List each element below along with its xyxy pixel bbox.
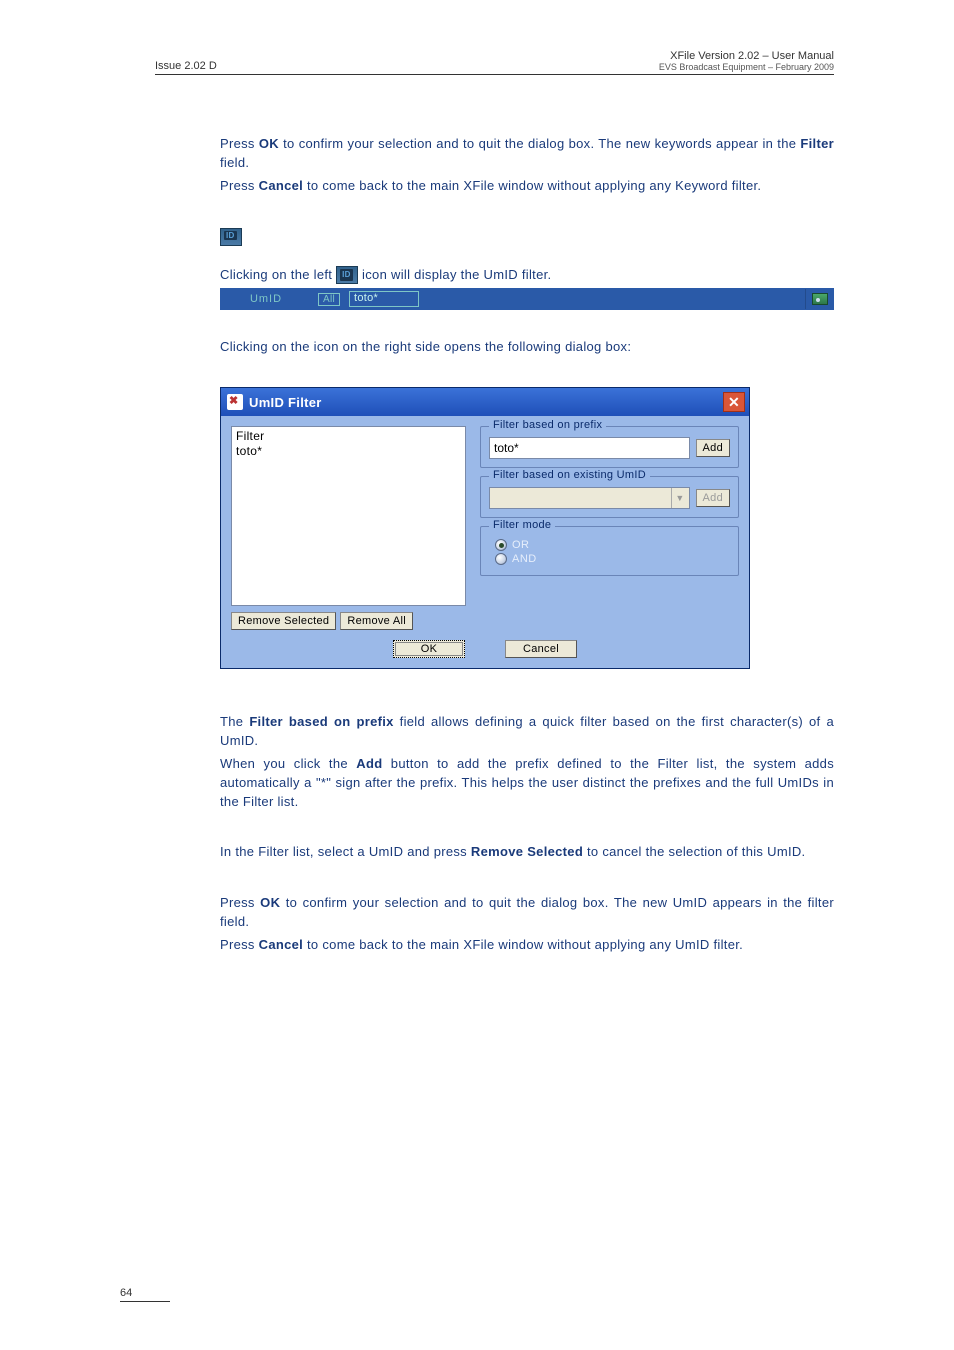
group-existing-umid: Filter based on existing UmID ▼ Add xyxy=(480,476,739,518)
list-header: Filter xyxy=(236,429,461,444)
header-right-sub: EVS Broadcast Equipment – February 2009 xyxy=(659,62,834,72)
page-header: Issue 2.02 D XFile Version 2.02 – User M… xyxy=(155,50,834,75)
text: field. xyxy=(220,155,249,170)
umid-line2: Clicking on the icon on the right side o… xyxy=(220,338,834,357)
remove-selected-label: Remove Selected xyxy=(471,844,583,859)
filter-listbox[interactable]: Filter toto* xyxy=(231,426,466,606)
text: Press xyxy=(220,895,260,910)
umid-filter-dialog: UmID Filter ✕ Filter toto* Remove Select… xyxy=(220,387,750,669)
text: to confirm your selection and to quit th… xyxy=(279,136,800,151)
app-icon xyxy=(227,394,243,410)
cancel-label: Cancel xyxy=(259,937,303,952)
ok-label: OK xyxy=(260,895,280,910)
bold-label: Filter based on prefix xyxy=(249,714,393,729)
ok-label: OK xyxy=(259,136,279,151)
group-legend: Filter mode xyxy=(489,519,555,531)
text: Press xyxy=(220,136,259,151)
remove-selected-button[interactable]: Remove Selected xyxy=(231,612,336,630)
prefix-input[interactable] xyxy=(489,437,690,459)
cancel-label: Cancel xyxy=(259,178,303,193)
text: In the Filter list, select a UmID and pr… xyxy=(220,844,471,859)
group-legend: Filter based on existing UmID xyxy=(489,469,650,481)
cancel-button[interactable]: Cancel xyxy=(505,640,577,658)
header-left: Issue 2.02 D xyxy=(155,60,217,72)
radio-icon xyxy=(495,553,507,565)
radio-label: AND xyxy=(512,553,537,565)
filter-label: Filter xyxy=(800,136,834,151)
text: to confirm your selection and to quit th… xyxy=(220,895,834,929)
open-icon xyxy=(812,293,828,305)
group-prefix: Filter based on prefix Add xyxy=(480,426,739,468)
after-p3: In the Filter list, select a UmID and pr… xyxy=(220,843,834,862)
chevron-down-icon: ▼ xyxy=(671,488,689,508)
radio-or[interactable]: OR xyxy=(495,539,730,551)
all-text: All xyxy=(318,293,340,306)
text: to cancel the selection of this UmID. xyxy=(583,844,805,859)
text: Press xyxy=(220,178,259,193)
filter-bar-value[interactable]: toto* xyxy=(349,291,419,307)
umid-line1: Clicking on the left icon will display t… xyxy=(220,266,834,285)
filter-bar-label: UmID xyxy=(221,289,311,309)
filter-bar-fill xyxy=(419,289,805,309)
page-number: 64 xyxy=(120,1287,132,1299)
add-prefix-button[interactable]: Add xyxy=(696,439,730,457)
text: Press xyxy=(220,937,259,952)
footer-rule xyxy=(120,1301,170,1302)
after-p4: Press OK to confirm your selection and t… xyxy=(220,894,834,932)
page-footer: 64 xyxy=(120,1287,170,1302)
header-right-title: XFile Version 2.02 – User Manual xyxy=(659,50,834,62)
add-umid-button: Add xyxy=(696,489,730,507)
group-filter-mode: Filter mode OR AND xyxy=(480,526,739,576)
id-icon xyxy=(336,266,358,284)
text: to come back to the main XFile window wi… xyxy=(303,178,761,193)
text: icon will display the UmID filter. xyxy=(358,267,551,282)
filter-bar-open-button[interactable] xyxy=(805,289,833,309)
after-p1: The Filter based on prefix field allows … xyxy=(220,713,834,751)
filter-bar-all[interactable]: All xyxy=(311,289,347,309)
intro-p1: Press OK to confirm your selection and t… xyxy=(220,135,834,173)
add-label: Add xyxy=(356,756,382,771)
ok-button[interactable]: OK xyxy=(393,640,465,658)
text: to come back to the main XFile window wi… xyxy=(303,937,743,952)
after-p2: When you click the Add button to add the… xyxy=(220,755,834,812)
radio-label: OR xyxy=(512,539,530,551)
after-p5: Press Cancel to come back to the main XF… xyxy=(220,936,834,955)
close-button[interactable]: ✕ xyxy=(723,392,745,412)
list-item[interactable]: toto* xyxy=(236,444,461,459)
remove-all-button[interactable]: Remove All xyxy=(340,612,413,630)
text: Clicking on the left xyxy=(220,267,336,282)
intro-p2: Press Cancel to come back to the main XF… xyxy=(220,177,834,196)
umid-combo[interactable]: ▼ xyxy=(489,487,690,509)
text: When you click the xyxy=(220,756,356,771)
combo-value xyxy=(490,488,671,508)
id-icon xyxy=(220,228,242,246)
group-legend: Filter based on prefix xyxy=(489,419,606,431)
dialog-title: UmID Filter xyxy=(249,395,322,410)
radio-icon xyxy=(495,539,507,551)
radio-and[interactable]: AND xyxy=(495,553,730,565)
umid-filter-bar: UmID All toto* xyxy=(220,288,834,310)
text: The xyxy=(220,714,249,729)
dialog-titlebar: UmID Filter ✕ xyxy=(221,388,749,416)
